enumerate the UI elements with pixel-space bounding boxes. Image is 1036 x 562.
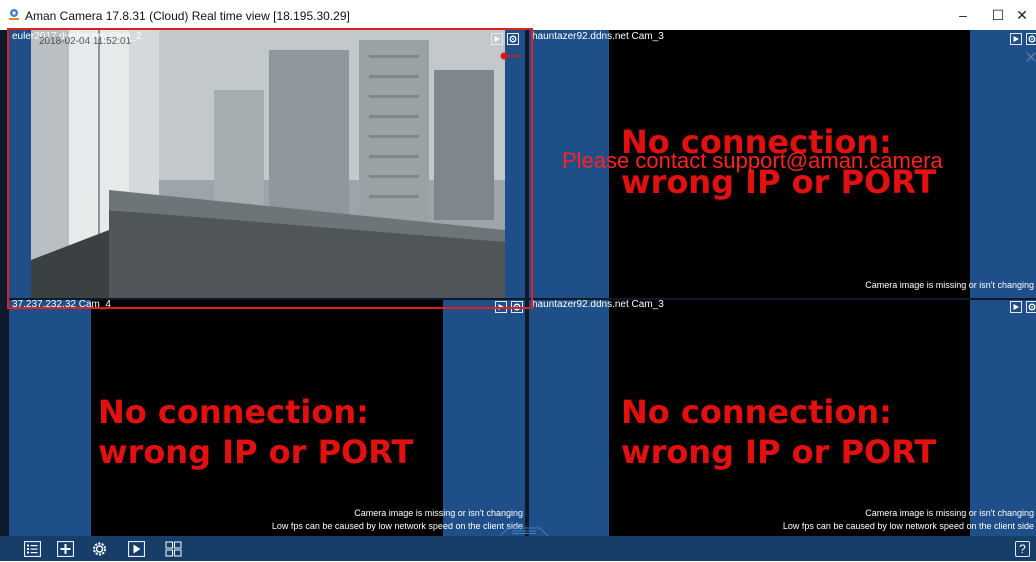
settings-icon bbox=[93, 542, 106, 556]
camera-pane-2[interactable]: hauntazer92.ddns.net Cam_3 No connection… bbox=[529, 30, 1036, 298]
support-contact-text: Please contact support@aman.camera bbox=[562, 148, 943, 173]
add-icon bbox=[56, 540, 75, 558]
playback-button[interactable] bbox=[127, 540, 146, 558]
close-button[interactable]: ✕ bbox=[1005, 0, 1036, 30]
play-icon[interactable] bbox=[1010, 33, 1022, 45]
add-camera-button[interactable] bbox=[56, 540, 75, 558]
selected-pane-frame bbox=[7, 28, 533, 309]
title-bar: Aman Camera 17.8.31 (Cloud) Real time vi… bbox=[0, 0, 1036, 30]
window-title: Aman Camera 17.8.31 (Cloud) Real time vi… bbox=[25, 9, 350, 23]
no-connection-reason: wrong IP or PORT bbox=[621, 433, 937, 471]
settings-button[interactable] bbox=[91, 541, 108, 557]
minimize-button[interactable]: – bbox=[946, 0, 980, 30]
pane-controls bbox=[1010, 33, 1036, 45]
list-icon bbox=[23, 540, 42, 558]
camera-fps-message: Low fps can be caused by low network spe… bbox=[782, 521, 1034, 531]
app-logo-icon bbox=[7, 8, 21, 22]
no-connection-text: No connection: bbox=[98, 393, 369, 431]
no-connection-reason: wrong IP or PORT bbox=[98, 433, 414, 471]
camera-fps-message: Low fps can be caused by low network spe… bbox=[271, 521, 523, 531]
play-icon bbox=[127, 540, 146, 558]
pane-settings-icon[interactable] bbox=[1026, 301, 1036, 313]
camera-list-button[interactable] bbox=[23, 540, 42, 558]
splitter-handle-icon[interactable] bbox=[500, 524, 548, 536]
camera-label: hauntazer92.ddns.net Cam_3 bbox=[532, 300, 664, 310]
camera-status-message: Camera image is missing or isn't changin… bbox=[354, 508, 523, 518]
pane-settings-icon[interactable] bbox=[1026, 33, 1036, 45]
camera-status-message: Camera image is missing or isn't changin… bbox=[865, 508, 1034, 518]
play-icon[interactable] bbox=[1010, 301, 1022, 313]
camera-pane-3[interactable]: 37.237.232.32 Cam_4 No connection: wrong… bbox=[9, 300, 525, 536]
grid-icon bbox=[165, 541, 182, 557]
layout-grid-button[interactable] bbox=[165, 541, 182, 557]
pane-controls bbox=[1010, 301, 1036, 313]
bottom-toolbar bbox=[0, 536, 1036, 561]
camera-pane-4[interactable]: hauntazer92.ddns.net Cam_3 No connection… bbox=[529, 300, 1036, 536]
camera-label: hauntazer92.ddns.net Cam_3 bbox=[532, 31, 664, 42]
no-connection-text: No connection: bbox=[621, 393, 892, 431]
help-button[interactable]: ? bbox=[1015, 541, 1030, 557]
camera-status-message: Camera image is missing or isn't changin… bbox=[865, 280, 1034, 290]
close-pane-icon[interactable] bbox=[1026, 52, 1036, 62]
